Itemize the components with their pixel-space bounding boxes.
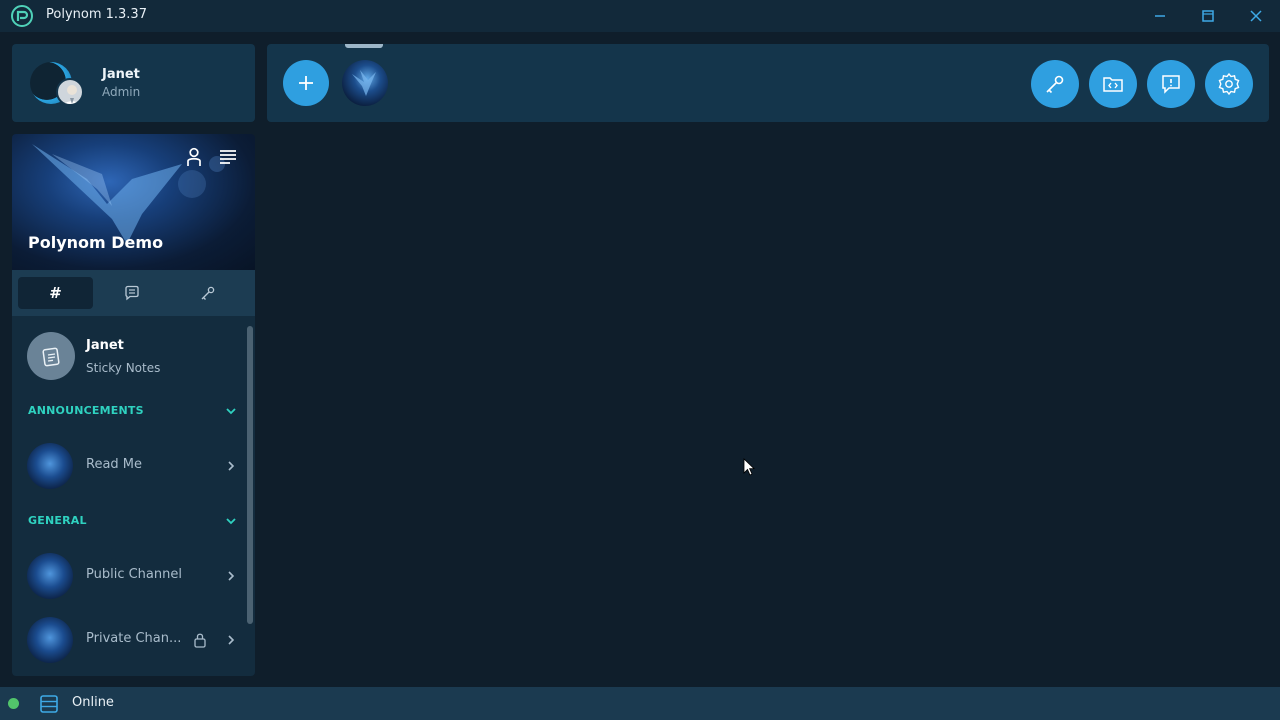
channel-avatar xyxy=(27,443,73,489)
minimize-icon xyxy=(1155,15,1165,17)
status-bar: Online xyxy=(0,687,1280,720)
server-banner: Polynom Demo xyxy=(12,134,255,270)
status-text: Online xyxy=(72,695,114,710)
hash-icon: # xyxy=(49,284,62,302)
server-list-icon[interactable] xyxy=(39,694,59,714)
server-name: Polynom Demo xyxy=(28,233,164,252)
close-button[interactable] xyxy=(1232,0,1280,32)
chevron-down-icon[interactable] xyxy=(224,404,238,418)
sticky-notes-title: Janet xyxy=(86,338,124,353)
plus-icon xyxy=(299,76,313,90)
channel-list: Janet Sticky Notes ANNOUNCEMENTS Read Me… xyxy=(12,316,255,676)
code-folder-icon xyxy=(1103,77,1123,92)
server-icon-polynom-demo[interactable] xyxy=(342,60,388,106)
tab-channels[interactable]: # xyxy=(18,277,93,309)
person-icon xyxy=(64,85,80,104)
minimize-button[interactable] xyxy=(1136,0,1184,32)
settings-button[interactable] xyxy=(1205,60,1253,108)
feedback-icon xyxy=(1162,75,1180,94)
channel-tab-bar: # xyxy=(12,270,255,316)
user-card[interactable]: Janet Admin xyxy=(12,44,255,122)
section-header-announcements[interactable]: ANNOUNCEMENTS xyxy=(28,404,144,417)
server-bar xyxy=(267,44,1269,122)
channel-name: Public Channel xyxy=(86,567,182,582)
key-button[interactable] xyxy=(1031,60,1079,108)
section-header-general[interactable]: GENERAL xyxy=(28,514,87,527)
chat-icon xyxy=(124,285,139,301)
key-icon xyxy=(1046,75,1064,94)
window-title: Polynom 1.3.37 xyxy=(46,7,147,22)
channel-item-private-channel[interactable]: Private Chan... xyxy=(12,615,242,665)
sticky-notes-icon xyxy=(27,332,75,380)
selected-server-indicator xyxy=(345,44,383,48)
tab-keys[interactable] xyxy=(170,277,245,309)
clipboard-icon xyxy=(42,347,60,367)
polynom-logo-icon xyxy=(11,5,33,27)
menu-icon xyxy=(220,150,236,164)
channel-item-public-channel[interactable]: Public Channel xyxy=(12,551,242,601)
chevron-down-icon[interactable] xyxy=(224,514,238,528)
avatar xyxy=(30,60,86,108)
sticky-notes-subtitle: Sticky Notes xyxy=(86,361,161,375)
menu-button[interactable] xyxy=(217,146,239,168)
tab-chats[interactable] xyxy=(94,277,169,309)
channel-avatar xyxy=(27,553,73,599)
key-icon xyxy=(201,286,214,300)
maximize-button[interactable] xyxy=(1184,0,1232,32)
code-folder-button[interactable] xyxy=(1089,60,1137,108)
title-bar: Polynom 1.3.37 xyxy=(0,0,1280,32)
chevron-right-icon xyxy=(228,635,235,645)
add-server-button[interactable] xyxy=(283,60,329,106)
user-role: Admin xyxy=(102,85,141,99)
lock-icon xyxy=(194,633,206,648)
user-name: Janet xyxy=(102,67,140,82)
mouse-cursor-icon xyxy=(743,458,755,476)
chevron-right-icon xyxy=(228,571,235,581)
user-icon xyxy=(187,147,201,166)
user-avatar-photo xyxy=(56,78,84,106)
channel-item-read-me[interactable]: Read Me xyxy=(12,441,242,491)
settings-icon xyxy=(1218,72,1240,96)
maximize-icon xyxy=(1202,10,1214,22)
online-status-dot xyxy=(8,698,19,709)
phoenix-icon xyxy=(352,70,376,96)
channel-list-scrollbar[interactable] xyxy=(247,326,253,624)
chevron-right-icon xyxy=(228,461,235,471)
channel-avatar xyxy=(27,617,73,663)
channel-name: Read Me xyxy=(86,457,143,472)
feedback-button[interactable] xyxy=(1147,60,1195,108)
sticky-notes-item[interactable]: Janet Sticky Notes xyxy=(12,328,242,384)
close-icon xyxy=(1250,10,1262,22)
members-button[interactable] xyxy=(183,146,205,168)
channel-name: Private Chan... xyxy=(86,631,182,646)
